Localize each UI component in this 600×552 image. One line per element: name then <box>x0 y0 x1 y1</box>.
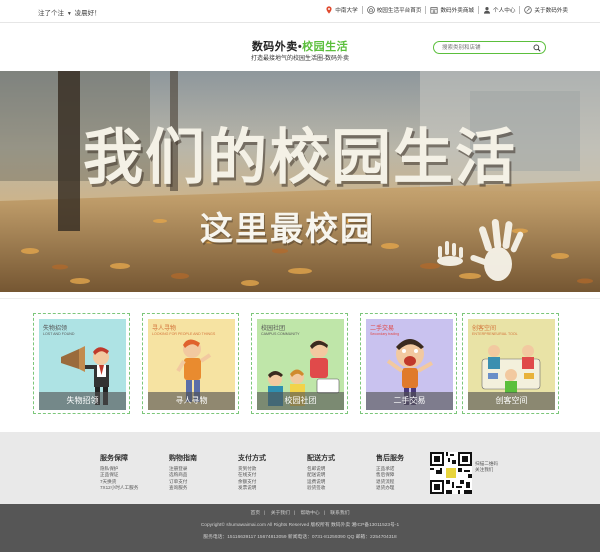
footer-column-title: 支付方式 <box>238 455 266 462</box>
category-image: 创客空间 ENTERPRENEURIAL TOOL 创客空间 <box>468 319 555 410</box>
info-icon <box>524 6 533 14</box>
footer-column-title: 配送方式 <box>307 455 335 462</box>
footer-column-service: 服务保障 隐私保护 正品保证 7天换货 7X12小时人工服务 <box>100 453 138 492</box>
banner-title: 我们的校园生活 <box>83 124 517 191</box>
site-slogan: 打造最接地气的校园生活圈-数码外卖 <box>251 56 349 62</box>
category-image: 二手交易 Secondary trading 二手交易 <box>366 319 453 410</box>
category-card-maker-space[interactable]: 创客空间 ENTERPRENEURIAL TOOL 创客空间 <box>462 313 559 414</box>
footer-link[interactable]: 7X12小时人工服务 <box>100 485 138 491</box>
location-pin-icon <box>326 6 332 14</box>
footer-nav-help[interactable]: 帮助中心 <box>301 511 320 516</box>
top-bar: 注了个注 ▼ 凌晨好！ 中南大学 校园生活平台首页 数码外卖商城 个人中心 关于… <box>0 0 600 23</box>
category-label: 寻人寻物 <box>148 392 235 410</box>
footer-column-guide: 购物指南 注册登录 选购商品 订单支付 查询服务 <box>169 453 197 492</box>
footer-nav-contact[interactable]: 联系我们 <box>330 511 349 516</box>
top-link-location[interactable]: 中南大学 <box>325 6 358 14</box>
copyright-text: Copyright© shumawaimai.com All Rights Re… <box>200 523 400 528</box>
top-link-user-center[interactable]: 个人中心 <box>483 6 515 14</box>
about-label: 关于数码外卖 <box>534 8 568 14</box>
store-icon <box>430 7 439 14</box>
divider <box>361 6 363 14</box>
user-icon <box>483 7 491 14</box>
store-label: 数码外卖商城 <box>440 8 475 14</box>
hero-banner[interactable]: 我们的校园生活 这里最校园 <box>0 71 600 292</box>
category-label: 二手交易 <box>366 392 453 410</box>
greeting: 注了个注 ▼ 凌晨好！ <box>38 7 101 17</box>
greeting-time: 凌晨好！ <box>74 10 101 17</box>
category-label: 创客空间 <box>468 392 555 410</box>
footer-nav-home[interactable]: 首页 <box>251 511 261 516</box>
category-image: 寻人寻物 LOOKING FOR PEOPLE AND THINGS 寻人寻物 <box>148 319 235 410</box>
category-card-secondhand[interactable]: 二手交易 Secondary trading 二手交易 <box>360 313 457 414</box>
brand-name: 数码外卖 <box>251 41 298 53</box>
footer-links: 服务保障 隐私保护 正品保证 7天换货 7X12小时人工服务 购物指南 注册登录… <box>0 432 600 504</box>
footer-link[interactable]: 查询服务 <box>169 485 197 491</box>
category-image: 失物招领 LOST AND FOUND 失物招领 <box>39 319 126 410</box>
brand-tagline: 校园生活 <box>302 41 349 53</box>
footer-bottom: 首页 | 关于我们 | 帮助中心 | 联系我们 Copyright© shumawai… <box>0 504 600 552</box>
footer-column-title: 服务保障 <box>100 455 128 462</box>
qr-caption: 扫描二维码 关注我们 <box>475 461 498 473</box>
campus-home-icon <box>366 6 375 14</box>
footer-link[interactable]: 验货签收 <box>307 485 335 491</box>
footer-column-title: 售后服务 <box>376 455 404 462</box>
top-link-about[interactable]: 关于数码外卖 <box>524 6 568 14</box>
footer-link[interactable]: 发票说明 <box>238 485 266 491</box>
top-link-store[interactable]: 数码外卖商城 <box>430 6 474 14</box>
qr-code-icon <box>430 452 472 494</box>
divider <box>519 6 521 14</box>
banner-subtitle: 这里最校园 <box>200 210 375 247</box>
footer-column-delivery: 配送方式 包邮说明 配送说明 运费说明 验货签收 <box>307 453 335 492</box>
platform-home-label: 校园生活平台首页 <box>376 8 422 14</box>
contact-info: 服务电话：15116639117 15674813059 新闻电话：0731-8… <box>203 535 397 540</box>
search-input[interactable] <box>442 43 530 53</box>
category-card-clubs[interactable]: 校园社团 CAMPUS COMMUNITY 校园社团 <box>251 313 348 414</box>
category-image: 校园社团 CAMPUS COMMUNITY 校园社团 <box>257 319 344 410</box>
username-link[interactable]: 注了个注 <box>38 10 64 17</box>
search-icon[interactable] <box>533 44 541 52</box>
footer-column-title: 购物指南 <box>169 455 197 462</box>
footer-link[interactable]: 退货办理 <box>376 485 404 491</box>
category-card-lost-found[interactable]: 失物招领 LOST AND FOUND 失物招领 <box>33 313 130 414</box>
divider <box>425 6 427 14</box>
qr-code <box>430 452 472 494</box>
qr-caption-line: 关注我们 <box>475 467 494 472</box>
footer-nav-about[interactable]: 关于我们 <box>271 511 290 516</box>
category-label: 校园社团 <box>257 392 344 410</box>
footer-column-payment: 支付方式 货到付款 在线支付 余额支付 发票说明 <box>238 453 266 492</box>
footer-column-aftersales: 售后服务 正品承诺 售后保障 退货流程 退货办理 <box>376 453 404 492</box>
footer-nav: 首页 | 关于我们 | 帮助中心 | 联系我们 <box>250 511 350 516</box>
top-links: 中南大学 校园生活平台首页 数码外卖商城 个人中心 关于数码外卖 <box>325 6 568 14</box>
location-label: 中南大学 <box>335 8 358 14</box>
search-box <box>433 41 546 54</box>
category-card-search-people[interactable]: 寻人寻物 LOOKING FOR PEOPLE AND THINGS 寻人寻物 <box>142 313 239 414</box>
divider <box>478 6 480 14</box>
user-center-label: 个人中心 <box>493 8 516 14</box>
top-link-platform-home[interactable]: 校园生活平台首页 <box>366 6 422 14</box>
caret-down-icon[interactable]: ▼ <box>67 11 72 17</box>
category-label: 失物招领 <box>39 392 126 410</box>
site-header: 数码外卖•校园生活 打造最接地气的校园生活圈-数码外卖 <box>0 24 600 71</box>
